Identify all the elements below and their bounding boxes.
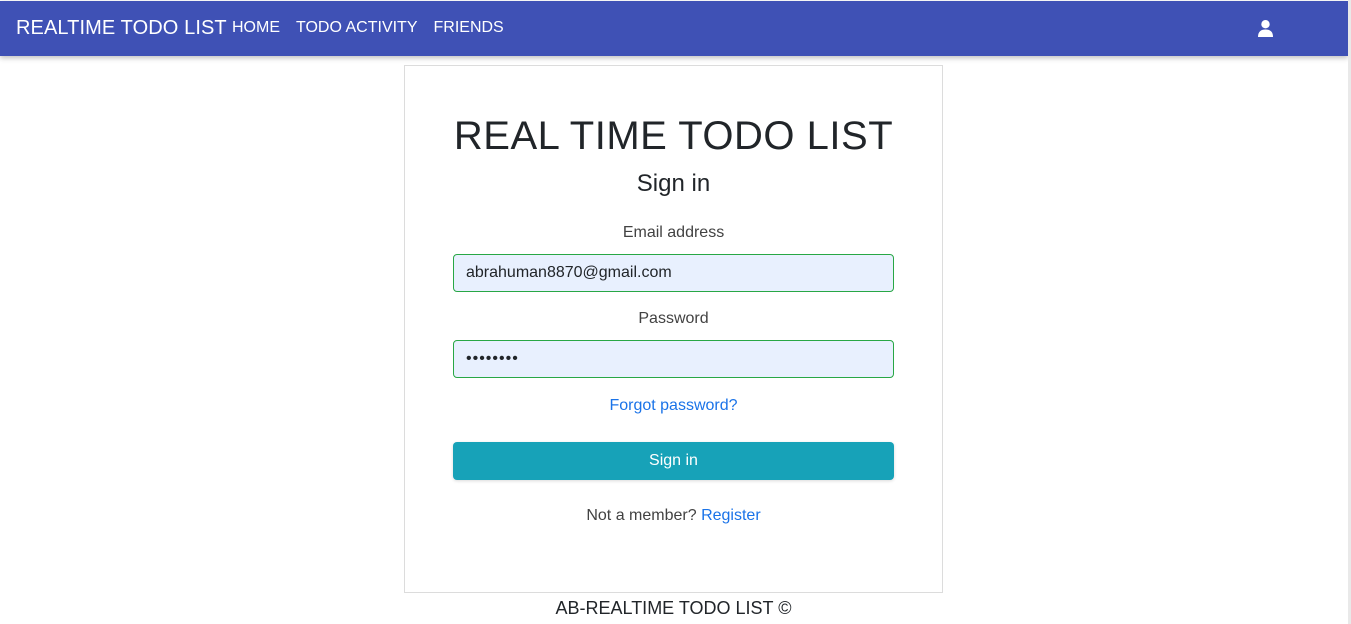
password-field[interactable] (453, 340, 894, 378)
login-card: REAL TIME TODO LIST Sign in Email addres… (404, 65, 943, 593)
email-label: Email address (622, 224, 725, 241)
password-label: Password (638, 310, 709, 327)
top-navbar: REALTIME TODO LIST HOME TODO ACTIVITY FR… (0, 1, 1348, 56)
footer-text: AB-REALTIME TODO LIST © (555, 598, 792, 618)
register-link[interactable]: Register (701, 507, 761, 524)
brand-logo[interactable]: REALTIME TODO LIST (16, 17, 227, 40)
forgot-password-link[interactable]: Forgot password? (609, 397, 737, 414)
not-member-text: Not a member? (586, 507, 697, 524)
nav-links: HOME TODO ACTIVITY FRIENDS (232, 19, 520, 37)
user-icon[interactable] (1258, 20, 1273, 37)
sign-in-heading: Sign in (636, 170, 711, 197)
register-row: Not a member? Register (405, 507, 942, 525)
nav-link-friends[interactable]: FRIENDS (434, 19, 504, 37)
nav-link-todo-activity[interactable]: TODO ACTIVITY (296, 19, 418, 37)
sign-in-button[interactable]: Sign in (453, 442, 894, 480)
forgot-password-row: Forgot password? (405, 397, 942, 415)
page-title: REAL TIME TODO LIST (453, 114, 894, 158)
email-field[interactable] (453, 254, 894, 292)
nav-link-home[interactable]: HOME (232, 19, 280, 37)
